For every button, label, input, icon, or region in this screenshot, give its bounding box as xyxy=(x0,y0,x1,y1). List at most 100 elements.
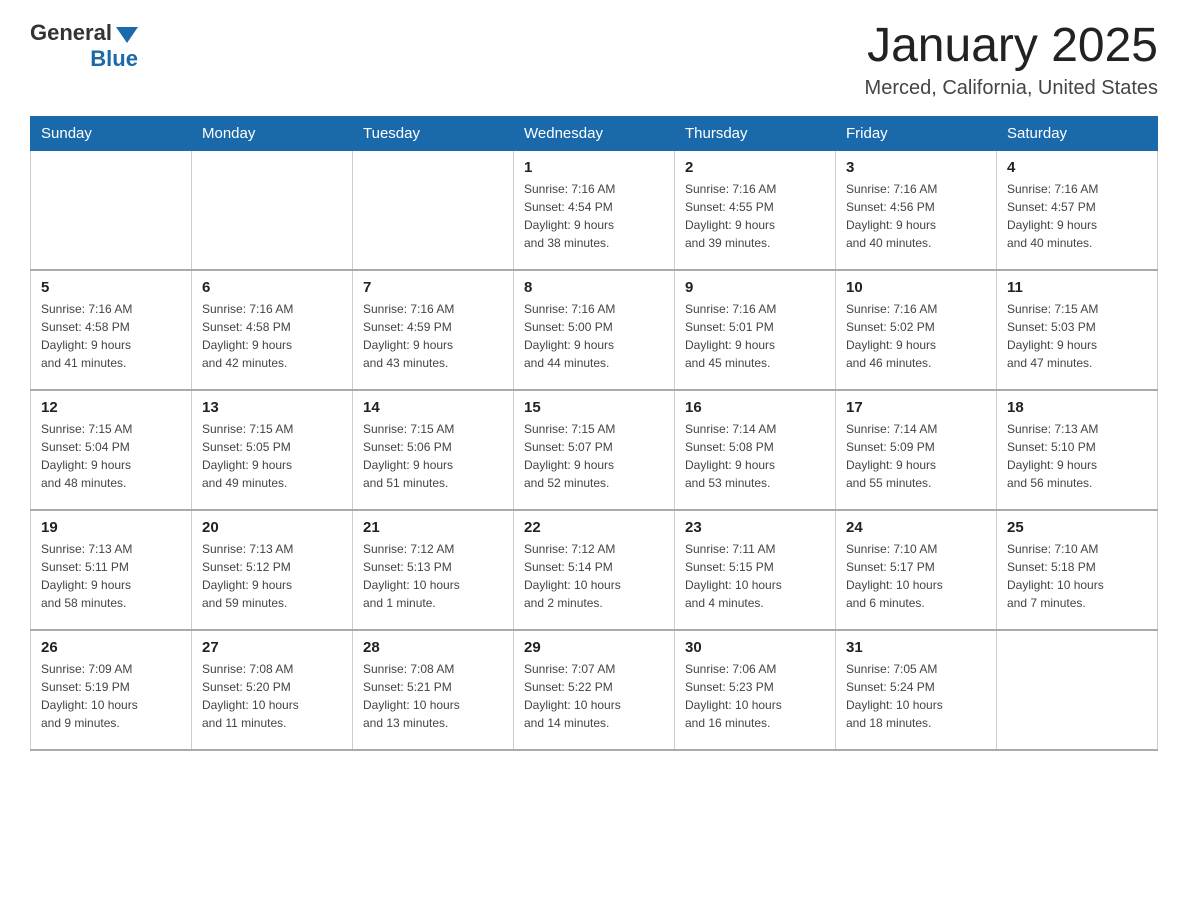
header-friday: Friday xyxy=(836,116,997,150)
day-info: Sunrise: 7:14 AM Sunset: 5:08 PM Dayligh… xyxy=(685,420,825,492)
day-number: 24 xyxy=(846,519,986,536)
month-title: January 2025 xyxy=(865,20,1158,73)
calendar-cell: 27Sunrise: 7:08 AM Sunset: 5:20 PM Dayli… xyxy=(192,630,353,750)
day-number: 20 xyxy=(202,519,342,536)
day-number: 9 xyxy=(685,279,825,296)
day-number: 19 xyxy=(41,519,181,536)
calendar-cell: 24 Sunrise: 7:10 AM Sunset: 5:17 PM Dayli… xyxy=(836,510,997,630)
day-info: Sunrise: 7:16 AM Sunset: 4:59 PM Dayligh… xyxy=(363,300,503,372)
day-number: 22 xyxy=(524,519,664,536)
calendar-cell: 6 Sunrise: 7:16 AM Sunset: 4:58 PM Daylig… xyxy=(192,270,353,390)
calendar-body: 1 Sunrise: 7:16 AM Sunset: 4:54 PM Daylig… xyxy=(31,150,1158,750)
day-info: Sunrise: 7:11 AM Sunset: 5:15 PM Dayligh… xyxy=(685,540,825,612)
week-row-4: 19 Sunrise: 7:13 AM Sunset: 5:11 PM Dayli… xyxy=(31,510,1158,630)
calendar-cell: 17 Sunrise: 7:14 AM Sunset: 5:09 PM Dayli… xyxy=(836,390,997,510)
calendar-cell: 21 Sunrise: 7:12 AM Sunset: 5:13 PM Dayli… xyxy=(353,510,514,630)
week-row-2: 5Sunrise: 7:16 AM Sunset: 4:58 PM Daylig… xyxy=(31,270,1158,390)
day-number: 21 xyxy=(363,519,503,536)
calendar-cell: 29 Sunrise: 7:07 AM Sunset: 5:22 PM Dayli… xyxy=(514,630,675,750)
calendar-cell: 7 Sunrise: 7:16 AM Sunset: 4:59 PM Daylig… xyxy=(353,270,514,390)
calendar-cell: 15Sunrise: 7:15 AM Sunset: 5:07 PM Dayli… xyxy=(514,390,675,510)
day-number: 29 xyxy=(524,639,664,656)
calendar-cell: 1 Sunrise: 7:16 AM Sunset: 4:54 PM Daylig… xyxy=(514,150,675,270)
calendar-cell: 13Sunrise: 7:15 AM Sunset: 5:05 PM Dayli… xyxy=(192,390,353,510)
day-info: Sunrise: 7:16 AM Sunset: 5:01 PM Dayligh… xyxy=(685,300,825,372)
day-number: 10 xyxy=(846,279,986,296)
day-number: 14 xyxy=(363,399,503,416)
day-number: 1 xyxy=(524,159,664,176)
day-number: 25 xyxy=(1007,519,1147,536)
day-info: Sunrise: 7:15 AM Sunset: 5:05 PM Dayligh… xyxy=(202,420,342,492)
calendar-cell: 22 Sunrise: 7:12 AM Sunset: 5:14 PM Dayli… xyxy=(514,510,675,630)
calendar-cell: 8Sunrise: 7:16 AM Sunset: 5:00 PM Daylig… xyxy=(514,270,675,390)
day-info: Sunrise: 7:15 AM Sunset: 5:03 PM Dayligh… xyxy=(1007,300,1147,372)
logo-general-text: General xyxy=(30,20,112,46)
day-info: Sunrise: 7:16 AM Sunset: 4:54 PM Dayligh… xyxy=(524,180,664,252)
day-number: 11 xyxy=(1007,279,1147,296)
calendar-cell: 14 Sunrise: 7:15 AM Sunset: 5:06 PM Dayli… xyxy=(353,390,514,510)
day-number: 3 xyxy=(846,159,986,176)
day-info: Sunrise: 7:16 AM Sunset: 4:58 PM Dayligh… xyxy=(202,300,342,372)
day-info: Sunrise: 7:12 AM Sunset: 5:13 PM Dayligh… xyxy=(363,540,503,612)
day-number: 2 xyxy=(685,159,825,176)
calendar-cell: 20 Sunrise: 7:13 AM Sunset: 5:12 PM Dayli… xyxy=(192,510,353,630)
calendar-cell xyxy=(192,150,353,270)
day-info: Sunrise: 7:10 AM Sunset: 5:17 PM Dayligh… xyxy=(846,540,986,612)
logo: General Blue xyxy=(30,20,138,72)
day-info: Sunrise: 7:16 AM Sunset: 4:55 PM Dayligh… xyxy=(685,180,825,252)
day-number: 6 xyxy=(202,279,342,296)
calendar-cell: 26Sunrise: 7:09 AM Sunset: 5:19 PM Dayli… xyxy=(31,630,192,750)
calendar-cell: 4Sunrise: 7:16 AM Sunset: 4:57 PM Daylig… xyxy=(997,150,1158,270)
title-block: January 2025 Merced, California, United … xyxy=(865,20,1158,100)
calendar-cell: 19 Sunrise: 7:13 AM Sunset: 5:11 PM Dayli… xyxy=(31,510,192,630)
day-info: Sunrise: 7:16 AM Sunset: 5:00 PM Dayligh… xyxy=(524,300,664,372)
calendar-cell: 3 Sunrise: 7:16 AM Sunset: 4:56 PM Daylig… xyxy=(836,150,997,270)
calendar-cell: 31Sunrise: 7:05 AM Sunset: 5:24 PM Dayli… xyxy=(836,630,997,750)
day-number: 12 xyxy=(41,399,181,416)
page-header: General Blue January 2025 Merced, Califo… xyxy=(30,20,1158,100)
calendar-cell: 30Sunrise: 7:06 AM Sunset: 5:23 PM Dayli… xyxy=(675,630,836,750)
calendar-cell: 9 Sunrise: 7:16 AM Sunset: 5:01 PM Daylig… xyxy=(675,270,836,390)
day-info: Sunrise: 7:15 AM Sunset: 5:04 PM Dayligh… xyxy=(41,420,181,492)
day-info: Sunrise: 7:12 AM Sunset: 5:14 PM Dayligh… xyxy=(524,540,664,612)
logo-triangle-icon xyxy=(116,27,138,43)
calendar-cell: 28 Sunrise: 7:08 AM Sunset: 5:21 PM Dayli… xyxy=(353,630,514,750)
day-info: Sunrise: 7:10 AM Sunset: 5:18 PM Dayligh… xyxy=(1007,540,1147,612)
day-info: Sunrise: 7:08 AM Sunset: 5:21 PM Dayligh… xyxy=(363,660,503,732)
day-number: 17 xyxy=(846,399,986,416)
day-number: 23 xyxy=(685,519,825,536)
calendar-cell: 10 Sunrise: 7:16 AM Sunset: 5:02 PM Dayli… xyxy=(836,270,997,390)
header-monday: Monday xyxy=(192,116,353,150)
day-info: Sunrise: 7:09 AM Sunset: 5:19 PM Dayligh… xyxy=(41,660,181,732)
day-number: 28 xyxy=(363,639,503,656)
day-info: Sunrise: 7:15 AM Sunset: 5:06 PM Dayligh… xyxy=(363,420,503,492)
day-info: Sunrise: 7:07 AM Sunset: 5:22 PM Dayligh… xyxy=(524,660,664,732)
calendar-cell: 23 Sunrise: 7:11 AM Sunset: 5:15 PM Dayli… xyxy=(675,510,836,630)
calendar-cell: 2 Sunrise: 7:16 AM Sunset: 4:55 PM Daylig… xyxy=(675,150,836,270)
header-sunday: Sunday xyxy=(31,116,192,150)
calendar-cell: 18Sunrise: 7:13 AM Sunset: 5:10 PM Dayli… xyxy=(997,390,1158,510)
day-number: 16 xyxy=(685,399,825,416)
header-tuesday: Tuesday xyxy=(353,116,514,150)
header-thursday: Thursday xyxy=(675,116,836,150)
logo-blue-text: Blue xyxy=(90,46,138,72)
calendar-cell: 12 Sunrise: 7:15 AM Sunset: 5:04 PM Dayli… xyxy=(31,390,192,510)
day-number: 30 xyxy=(685,639,825,656)
calendar-cell: 11 Sunrise: 7:15 AM Sunset: 5:03 PM Dayli… xyxy=(997,270,1158,390)
location-title: Merced, California, United States xyxy=(865,77,1158,100)
days-of-week-row: SundayMondayTuesdayWednesdayThursdayFrid… xyxy=(31,116,1158,150)
day-info: Sunrise: 7:13 AM Sunset: 5:11 PM Dayligh… xyxy=(41,540,181,612)
day-number: 18 xyxy=(1007,399,1147,416)
day-info: Sunrise: 7:14 AM Sunset: 5:09 PM Dayligh… xyxy=(846,420,986,492)
day-info: Sunrise: 7:16 AM Sunset: 5:02 PM Dayligh… xyxy=(846,300,986,372)
day-number: 7 xyxy=(363,279,503,296)
calendar-header: SundayMondayTuesdayWednesdayThursdayFrid… xyxy=(31,116,1158,150)
calendar-cell xyxy=(353,150,514,270)
day-info: Sunrise: 7:08 AM Sunset: 5:20 PM Dayligh… xyxy=(202,660,342,732)
calendar-cell xyxy=(997,630,1158,750)
day-info: Sunrise: 7:13 AM Sunset: 5:12 PM Dayligh… xyxy=(202,540,342,612)
calendar-cell xyxy=(31,150,192,270)
day-info: Sunrise: 7:16 AM Sunset: 4:56 PM Dayligh… xyxy=(846,180,986,252)
calendar-cell: 16 Sunrise: 7:14 AM Sunset: 5:08 PM Dayli… xyxy=(675,390,836,510)
week-row-5: 26Sunrise: 7:09 AM Sunset: 5:19 PM Dayli… xyxy=(31,630,1158,750)
